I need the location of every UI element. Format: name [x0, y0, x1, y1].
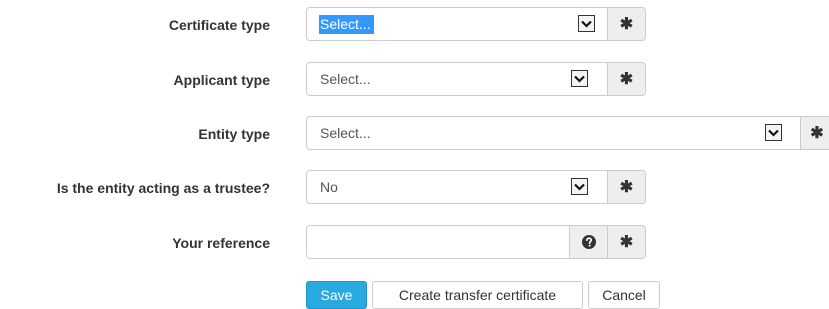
required-addon: ✱ — [608, 170, 646, 204]
applicant-type-select[interactable]: Select... — [306, 62, 608, 96]
reference-row: Your reference ✱ — [0, 225, 829, 261]
create-transfer-certificate-button[interactable]: Create transfer certificate — [372, 281, 583, 309]
asterisk-icon: ✱ — [619, 16, 634, 33]
required-addon: ✱ — [608, 225, 646, 259]
reference-input[interactable] — [307, 226, 569, 258]
question-circle-icon[interactable] — [581, 235, 596, 249]
trustee-label: Is the entity acting as a trustee? — [56, 180, 270, 196]
chevron-down-icon[interactable] — [578, 15, 595, 32]
reference-label: Your reference — [172, 235, 270, 251]
entity-type-value: Select... — [320, 125, 371, 141]
certificate-type-row: Certificate type Select... ✱ — [0, 7, 829, 43]
required-addon: ✱ — [801, 116, 829, 150]
required-addon: ✱ — [608, 62, 646, 96]
certificate-type-select[interactable]: Select... — [306, 7, 608, 41]
chevron-down-icon[interactable] — [571, 178, 588, 195]
required-addon: ✱ — [608, 7, 646, 41]
cancel-button[interactable]: Cancel — [588, 281, 660, 309]
certificate-type-label: Certificate type — [168, 17, 270, 33]
asterisk-icon: ✱ — [810, 125, 824, 142]
applicant-type-row: Applicant type Select... ✱ — [0, 62, 829, 98]
reference-field[interactable] — [306, 225, 570, 259]
help-addon[interactable] — [570, 225, 608, 259]
chevron-down-icon[interactable] — [571, 70, 588, 87]
asterisk-icon: ✱ — [619, 234, 634, 251]
applicant-type-value: Select... — [320, 71, 371, 87]
entity-type-select[interactable]: Select... — [306, 116, 801, 150]
asterisk-icon: ✱ — [619, 71, 634, 88]
trustee-row: Is the entity acting as a trustee? No ✱ — [0, 170, 829, 206]
certificate-type-value: Select... — [319, 15, 374, 34]
asterisk-icon: ✱ — [619, 179, 634, 196]
applicant-type-label: Applicant type — [173, 72, 270, 88]
save-button[interactable]: Save — [306, 281, 367, 309]
entity-type-label: Entity type — [198, 126, 270, 142]
chevron-down-icon[interactable] — [765, 124, 782, 141]
trustee-value: No — [320, 179, 338, 195]
entity-type-row: Entity type Select... ✱ — [0, 116, 829, 152]
trustee-select[interactable]: No — [306, 170, 608, 204]
